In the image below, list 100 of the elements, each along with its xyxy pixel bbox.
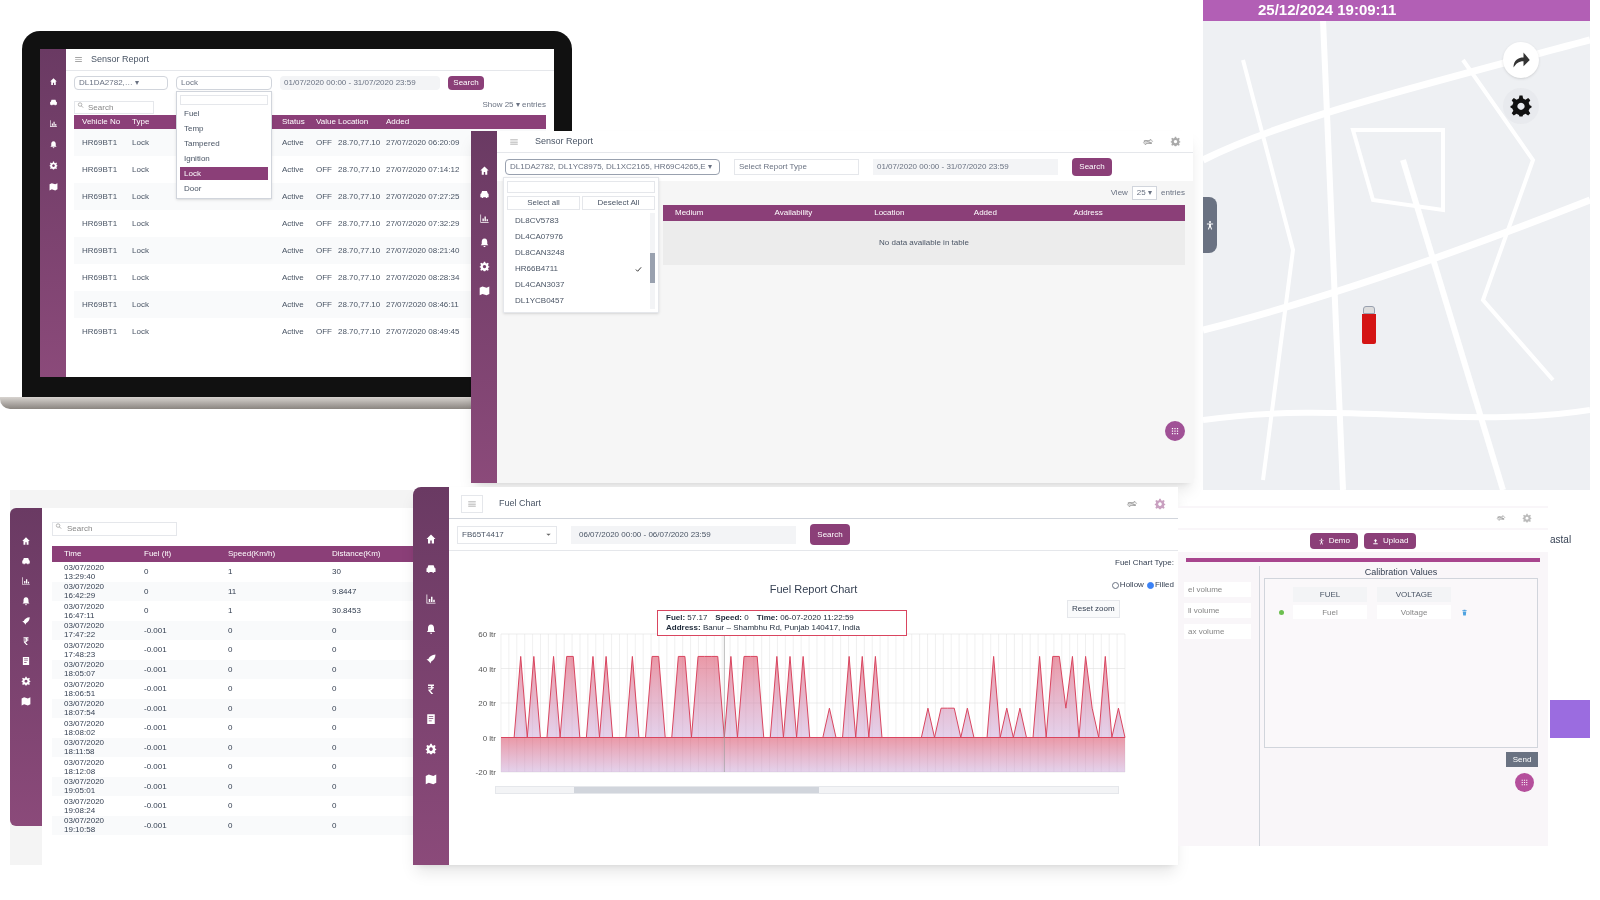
deselect-all-button[interactable]: Deselect All (582, 196, 655, 210)
vehicle-select[interactable]: DL1DA2782,… ▾ (74, 76, 168, 90)
table-cell-text: 03/07/2020 19:10:58 (64, 816, 106, 835)
type-select[interactable]: Lock (176, 76, 272, 90)
dropdown-option[interactable]: Temp (180, 122, 268, 135)
column-header: Status (282, 116, 305, 128)
settings-icon[interactable] (478, 261, 490, 272)
table-cell: Lock (132, 271, 149, 284)
dropdown-option[interactable]: DL4CAN3037 (507, 277, 650, 293)
report-type-select[interactable]: Select Report Type (734, 159, 859, 175)
input-field[interactable]: Voltage (1377, 605, 1451, 619)
car-icon[interactable] (478, 189, 490, 200)
table-cell-text: 03/07/2020 18:07:54 (64, 699, 106, 718)
check-icon[interactable] (635, 265, 642, 273)
chart-icon[interactable] (21, 576, 31, 586)
table-cell: -0.001 (144, 703, 167, 713)
rupee-icon[interactable] (425, 683, 437, 695)
bell-icon[interactable] (478, 237, 490, 248)
document-icon[interactable] (425, 713, 437, 725)
dropdown-option[interactable]: Lock (180, 167, 268, 180)
demo-button[interactable]: Demo (1309, 533, 1358, 549)
dropdown-option[interactable]: Fuel (180, 107, 268, 120)
search-field[interactable]: Search (52, 521, 177, 536)
dropdown-option[interactable]: DL1YCB0457 (507, 293, 650, 309)
input-field[interactable]: Fuel (1293, 605, 1367, 619)
chart-icon[interactable] (478, 213, 490, 224)
table-cell: Active (282, 163, 304, 176)
table-cell: OFF (316, 136, 332, 149)
dropdown-option[interactable]: HR66B4711 (507, 261, 650, 277)
date-range-field[interactable]: 06/07/2020 00:00 - 06/07/2020 23:59 (571, 525, 796, 544)
map-icon[interactable] (425, 773, 437, 785)
trash-icon[interactable] (1461, 608, 1468, 616)
settings-icon[interactable] (1509, 94, 1533, 118)
date-range-field[interactable]: 01/07/2020 00:00 - 31/07/2020 23:59 (873, 159, 1058, 175)
map-icon[interactable] (48, 182, 58, 191)
select-all-button[interactable]: Select all (507, 196, 580, 210)
grid-icon[interactable] (1520, 778, 1529, 787)
dropdown-option[interactable]: Tampered (180, 137, 268, 150)
dropdown-search-field[interactable] (180, 95, 268, 105)
input-field[interactable]: ll volume (1184, 603, 1251, 618)
home-icon[interactable] (425, 533, 437, 545)
dropdown-option[interactable]: Ignition (180, 152, 268, 165)
car-icon[interactable] (425, 563, 437, 575)
rupee-icon[interactable] (21, 636, 31, 646)
dropdown-option[interactable]: DL8CV5783 (507, 213, 650, 229)
table-cell: 0 (332, 723, 337, 733)
axis-tick-label: 20 ltr (478, 698, 496, 708)
table-cell: OFF (316, 271, 332, 284)
search-button[interactable]: Search (1072, 158, 1112, 176)
accessibility-button[interactable] (1203, 197, 1217, 253)
rocket-icon[interactable] (21, 616, 31, 626)
table-cell: 0 (332, 781, 337, 791)
input-field[interactable]: el volume (1184, 582, 1251, 597)
upload-button[interactable]: Upload (1364, 533, 1417, 549)
settings-icon[interactable] (425, 743, 437, 755)
upload-icon[interactable] (1372, 537, 1379, 545)
chart-icon[interactable] (48, 119, 58, 128)
page-size-select[interactable]: 25 ▾ (1131, 186, 1157, 200)
send-button[interactable]: Send (1506, 752, 1538, 767)
table-cell: HR69BT1 (82, 271, 118, 284)
horizontal-scrollbar[interactable] (495, 785, 1119, 794)
car-icon[interactable] (21, 556, 31, 566)
search-field[interactable]: Search (74, 101, 154, 114)
caret-icon[interactable] (545, 531, 552, 538)
search-button[interactable]: Search (448, 76, 484, 90)
search-button[interactable]: Search (810, 524, 850, 545)
table-cell: OFF (316, 217, 332, 230)
grid-icon[interactable] (1170, 426, 1180, 436)
reset-zoom-button[interactable]: Reset zoom (1067, 599, 1120, 618)
entries-selector[interactable]: Show 25 ▾ entries (482, 99, 546, 111)
vehicle-select[interactable]: DL1DA2782, DL1YC8975, DL1XC2165, HR69C4265,E ▾ (505, 159, 720, 175)
map-icon[interactable] (21, 696, 31, 706)
home-icon[interactable] (478, 165, 490, 176)
bell-icon[interactable] (21, 596, 31, 606)
dropdown-option[interactable]: DL8CAN3248 (507, 245, 650, 261)
rocket-icon[interactable] (425, 653, 437, 665)
input-field[interactable]: ax volume (1184, 624, 1251, 639)
bell-icon[interactable] (425, 623, 437, 635)
radio-option[interactable]: Filled (1146, 579, 1174, 591)
scrollbar[interactable] (650, 213, 655, 309)
vehicle-select[interactable]: FB65T4417 (457, 525, 557, 544)
apps-button[interactable] (1165, 421, 1185, 441)
dropdown-search-field[interactable] (507, 181, 655, 193)
home-icon[interactable] (21, 536, 31, 546)
dropdown-option[interactable]: DL4CA07976 (507, 229, 650, 245)
accessibility-icon[interactable] (1205, 220, 1215, 230)
dropdown-option[interactable]: Door (180, 182, 268, 195)
bell-icon[interactable] (48, 140, 58, 149)
document-icon[interactable] (21, 656, 31, 666)
map-icon[interactable] (478, 285, 490, 296)
radio-option[interactable]: Hollow (1111, 579, 1144, 591)
settings-icon[interactable] (21, 676, 31, 686)
date-range-field[interactable]: 01/07/2020 00:00 - 31/07/2020 23:59 (280, 76, 440, 90)
apps-button[interactable] (1515, 773, 1534, 792)
accessibility-icon[interactable] (1317, 537, 1325, 545)
home-icon[interactable] (48, 77, 58, 86)
table-cell: 0 (228, 684, 233, 694)
car-icon[interactable] (48, 98, 58, 107)
settings-icon[interactable] (48, 161, 58, 170)
table-cell: 0 (332, 801, 337, 811)
